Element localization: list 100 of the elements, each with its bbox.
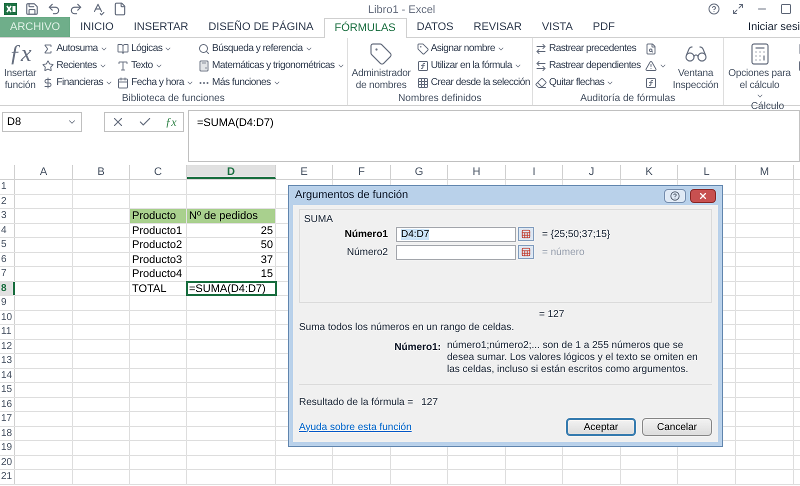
ribbon-large-button[interactable]: Ventana Inspección	[670, 40, 720, 92]
close-button[interactable]	[690, 188, 716, 202]
ribbon-tab[interactable]: INSERTAR	[124, 17, 198, 37]
new-document-icon[interactable]	[113, 2, 127, 16]
warning-icon	[644, 60, 657, 72]
column-header[interactable]: J	[563, 165, 621, 179]
ribbon-button[interactable]: Quitar flechas	[534, 74, 641, 91]
row-header[interactable]: 7	[0, 267, 15, 280]
arrows-icon	[534, 60, 547, 72]
table-cell: 50	[187, 238, 276, 252]
ribbon-button[interactable]: Asignar nombre	[416, 40, 530, 57]
help-button[interactable]	[664, 188, 686, 202]
ribbon-button[interactable]: Rastrear precedentes	[534, 40, 641, 57]
row-header[interactable]: 20	[0, 456, 15, 469]
ribbon-button[interactable]: Fecha y hora	[117, 74, 194, 91]
star-icon	[42, 60, 54, 72]
document-search-icon	[644, 42, 657, 54]
ribbon-large-button[interactable]: Opciones para el cálculo	[726, 40, 794, 100]
ribbon-group-label: Nombres definidos	[397, 92, 482, 105]
ribbon-button[interactable]: Más funciones	[198, 74, 345, 91]
ribbon-button[interactable]: Utilizar en la fórmula	[416, 57, 530, 74]
ribbon-tab[interactable]: INICIO	[70, 17, 124, 37]
ribbon-button[interactable]: Texto	[117, 57, 194, 74]
row-header[interactable]: 14	[0, 368, 15, 382]
row-header[interactable]: 10	[0, 310, 15, 324]
formula-result-value: 127	[421, 396, 438, 410]
row-header[interactable]: 18	[0, 426, 15, 440]
column-header[interactable]: M	[736, 165, 794, 179]
row-header[interactable]: 9	[0, 296, 15, 310]
row-header[interactable]: 17	[0, 412, 15, 426]
column-header[interactable]: D	[187, 165, 276, 179]
ribbon-tab[interactable]: FÓRMULAS	[324, 18, 407, 38]
table-cell: Producto1	[130, 224, 187, 237]
redo-icon[interactable]	[69, 2, 83, 16]
ribbon-display-icon[interactable]	[732, 3, 744, 15]
formula-input[interactable]: =SUMA(D4:D7)	[188, 110, 800, 162]
row-header[interactable]: 19	[0, 441, 15, 454]
ribbon-button[interactable]: Rastrear dependientes	[534, 57, 641, 74]
row-header[interactable]: 8	[0, 282, 15, 295]
eraser-icon	[534, 76, 547, 88]
row-header[interactable]: 21	[0, 470, 15, 484]
maximize-icon[interactable]	[780, 3, 792, 15]
row-header[interactable]: 16	[0, 398, 15, 411]
row-header[interactable]: 5	[0, 238, 15, 252]
sign-in-link[interactable]: Iniciar sesi	[748, 17, 800, 37]
column-header[interactable]: I	[506, 165, 563, 179]
column-header[interactable]: L	[678, 165, 736, 179]
help-icon[interactable]	[708, 3, 720, 15]
undo-icon[interactable]	[47, 2, 61, 16]
grid-icon	[416, 76, 429, 88]
ribbon-tab[interactable]: DATOS	[406, 17, 464, 37]
collapse-dialog-button[interactable]	[518, 245, 534, 259]
row-header[interactable]: 13	[0, 354, 15, 368]
argument-input[interactable]: D4:D7	[396, 226, 516, 242]
collapse-dialog-button[interactable]	[518, 227, 534, 241]
ribbon-tab[interactable]: VISTA	[532, 17, 583, 37]
row-header[interactable]: 1	[0, 180, 15, 194]
row-header[interactable]: 3	[0, 209, 15, 222]
name-box[interactable]: D8	[2, 112, 82, 132]
ribbon-tab[interactable]: DISEÑO DE PÁGINA	[198, 17, 324, 37]
table-cell: Producto4	[130, 267, 187, 280]
column-header[interactable]: B	[73, 165, 130, 179]
column-header[interactable]: H	[448, 165, 506, 179]
tag-icon	[416, 42, 429, 54]
row-header[interactable]: 12	[0, 340, 15, 353]
calendar-icon	[117, 76, 130, 88]
ribbon-tab[interactable]: PDF	[582, 17, 625, 37]
column-header[interactable]: K	[621, 165, 678, 179]
ribbon-button[interactable]: Recientes	[42, 57, 114, 74]
row-header[interactable]: 15	[0, 383, 15, 396]
row-header[interactable]: 11	[0, 325, 15, 338]
ribbon-button[interactable]: Búsqueda y referencia	[198, 40, 345, 57]
ribbon-tab[interactable]: REVISAR	[464, 17, 532, 37]
ribbon-large-button[interactable]: Administrador de nombres	[350, 40, 413, 92]
text-icon	[117, 60, 130, 72]
row-header[interactable]: 4	[0, 224, 15, 237]
arrows-icon	[534, 42, 547, 54]
row-header[interactable]: 2	[0, 194, 15, 208]
dialog-button[interactable]: Aceptar	[566, 418, 636, 436]
ribbon-button[interactable]: Lógicas	[117, 40, 194, 57]
ribbon-large-button[interactable]: ƒx Insertar función	[2, 40, 38, 92]
argument-input[interactable]	[396, 244, 516, 260]
column-header[interactable]: G	[391, 165, 448, 179]
ribbon-button[interactable]: Financieras	[42, 74, 114, 91]
ribbon-button[interactable]: Autosuma	[42, 40, 114, 57]
argument-help-label: Número1:	[393, 341, 442, 355]
insert-function-icon[interactable]: ƒx	[165, 113, 177, 131]
spelling-icon[interactable]	[91, 2, 105, 16]
ribbon-button[interactable]: Crear desde la selección	[416, 74, 530, 91]
save-icon[interactable]	[25, 2, 39, 16]
ribbon-button[interactable]: Matemáticas y trigonométricas	[198, 57, 345, 74]
column-header[interactable]: F	[333, 165, 391, 179]
column-header[interactable]: A	[15, 165, 73, 179]
dialog-button[interactable]: Cancelar	[642, 418, 712, 436]
argument-label: Número2	[346, 246, 389, 260]
help-icon	[670, 190, 680, 200]
column-header[interactable]: E	[276, 165, 333, 179]
help-link[interactable]: Ayuda sobre esta función	[299, 420, 560, 434]
row-header[interactable]: 6	[0, 252, 15, 266]
calculator-icon	[198, 60, 210, 72]
